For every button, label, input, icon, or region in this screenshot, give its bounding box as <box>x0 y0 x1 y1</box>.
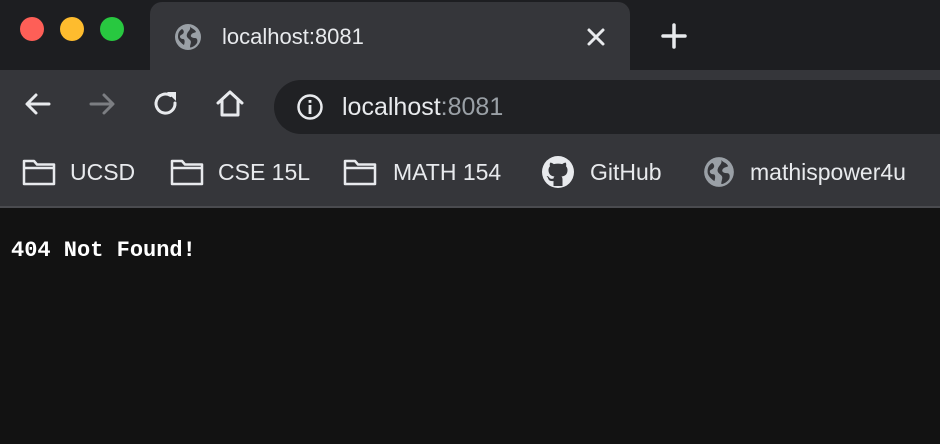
error-message: 404 Not Found! <box>11 238 196 263</box>
info-icon[interactable] <box>296 93 324 121</box>
toolbar: localhost:8081 <box>0 70 940 138</box>
bookmark-label: MATH 154 <box>393 159 502 185</box>
window-minimize-button[interactable] <box>60 17 84 41</box>
page-content: 404 Not Found! <box>0 208 940 444</box>
bookmark-label: GitHub <box>590 159 662 185</box>
url-port: :8081 <box>440 93 504 121</box>
home-icon[interactable] <box>214 88 246 120</box>
globe-icon <box>174 23 202 51</box>
folder-icon <box>22 156 56 188</box>
url-host: localhost <box>342 93 441 121</box>
arrow-left-icon[interactable] <box>22 88 54 120</box>
tab-title: localhost:8081 <box>222 24 364 49</box>
tab-strip: localhost:8081 <box>0 0 940 70</box>
close-icon[interactable] <box>582 23 610 51</box>
address-bar[interactable]: localhost:8081 <box>274 80 940 134</box>
github-icon <box>541 156 575 188</box>
window-zoom-button[interactable] <box>100 17 124 41</box>
folder-icon <box>343 156 377 188</box>
window-close-button[interactable] <box>20 17 44 41</box>
url-text[interactable]: localhost:8081 <box>342 91 503 123</box>
globe-icon <box>703 156 737 188</box>
bookmark-label: mathispower4u <box>750 159 906 185</box>
reload-icon[interactable] <box>150 88 182 120</box>
browser-window: localhost:8081 localhost:8081 UCSD CSE 1… <box>0 0 940 444</box>
tab-active[interactable]: localhost:8081 <box>150 2 630 70</box>
plus-icon[interactable] <box>658 20 690 52</box>
arrow-right-icon[interactable] <box>86 88 118 120</box>
bookmark-label: CSE 15L <box>218 159 311 185</box>
bookmark-label: UCSD <box>70 159 136 185</box>
folder-icon <box>170 156 204 188</box>
bookmarks-bar: UCSD CSE 15L MATH 154 GitHub mathispower… <box>0 138 940 206</box>
